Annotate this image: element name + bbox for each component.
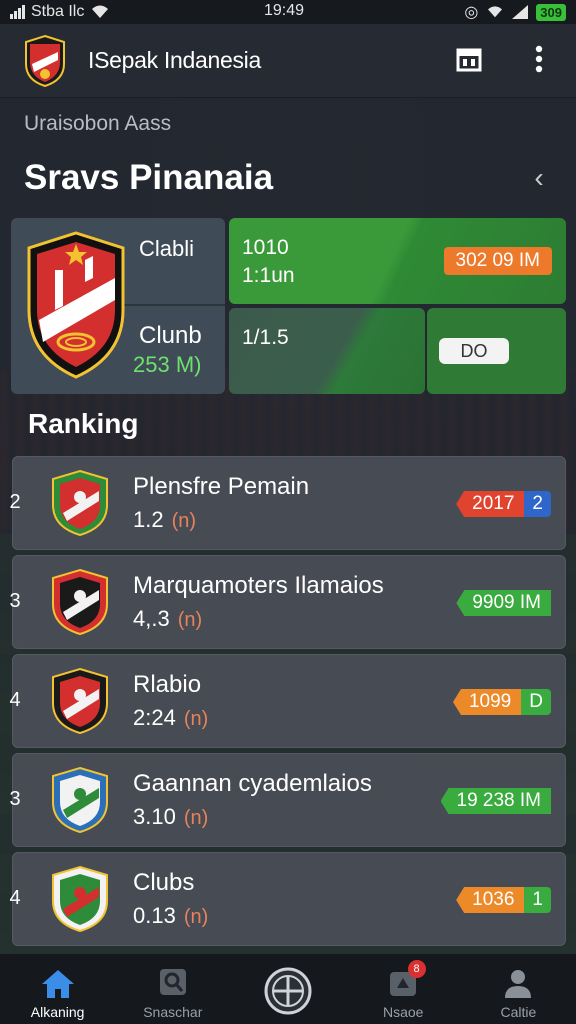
stat-b1: 1/1.5 (242, 326, 289, 349)
team-stat: 2:24 (n) (133, 705, 208, 731)
nav-profile[interactable]: Caltie (461, 954, 576, 1024)
rank-position: 3 (9, 590, 21, 612)
calendar-icon (456, 48, 482, 72)
nav-center[interactable] (230, 954, 345, 1024)
team-crest-icon (52, 865, 108, 933)
clock: 19:49 (264, 2, 305, 19)
team-name: Marquamoters Ilamaios (133, 572, 384, 599)
team-stat: 1.2 (n) (133, 507, 196, 533)
app-title: ISepak Indanesia (88, 47, 261, 73)
team-value: 2017 (456, 491, 525, 517)
team-stat-value: 2:24 (133, 705, 176, 730)
nav-search[interactable]: Snaschar (115, 954, 230, 1024)
club-label: Clabli (139, 236, 195, 261)
team-value-tag: 19 238 IM (440, 788, 551, 814)
battery-indicator: 309 (536, 3, 566, 21)
club-label-secondary: Clunb (139, 322, 202, 349)
toggle-pill[interactable]: DO (439, 338, 509, 364)
team-crest-icon (52, 766, 108, 834)
nav-home[interactable]: Alkaning (0, 954, 115, 1024)
team-name: Rlabio (133, 671, 202, 698)
value-badge-orange: 302 09 IM (443, 247, 552, 275)
ranking-row[interactable]: 4 Rlabio 2:24 (n) 1099 D (9, 654, 566, 748)
team-stat-value: 1.2 (133, 507, 164, 532)
bottom-navigation: Alkaning Snaschar 8 Nsaoe Caltie (0, 954, 576, 1024)
alarm-icon: ◎ (464, 4, 479, 21)
rank-position: 2 (9, 491, 21, 513)
team-name: Plensfre Pemain (133, 473, 310, 500)
breadcrumb[interactable]: Uraisobon Aass (24, 112, 171, 136)
signal-icon (10, 5, 25, 19)
page-title: Sravs Pinanaia (24, 158, 274, 197)
ranking-title: Ranking (28, 408, 139, 439)
team-stat-indicator: (n) (183, 906, 209, 928)
club-value: 253 M) (133, 352, 202, 377)
team-crest-icon (52, 568, 108, 636)
ranking-row[interactable]: 4 Clubs 0.13 (n) 1036 1 (9, 852, 566, 946)
stats-tiles: 1010 1:1un 1/1.5 302 09 IM DO (229, 218, 566, 394)
divider (121, 304, 225, 306)
team-name: Clubs (133, 869, 195, 896)
team-value-tag: 1036 1 (456, 887, 551, 913)
search-pin-icon (159, 969, 186, 995)
app-bar: ISepak Indanesia (0, 24, 576, 98)
stat-a1: 1010 (242, 236, 289, 259)
ranking-row[interactable]: 2 Plensfre Pemain 1.2 (n) 2017 2 (9, 456, 566, 550)
ranking-row[interactable]: 3 Marquamoters Ilamaios 4,.3 (n) 9909 IM (9, 555, 566, 649)
team-value-suffix: 2 (524, 491, 551, 517)
nav-label: Alkaning (30, 1004, 85, 1020)
chevron-left-icon: ‹ (534, 162, 544, 193)
team-value-suffix: 1 (524, 887, 551, 913)
back-button[interactable]: ‹ (524, 163, 554, 193)
stat-a2: 1:1un (242, 264, 295, 287)
team-stat: 4,.3 (n) (133, 606, 202, 632)
team-stat-indicator: (n) (183, 807, 209, 829)
team-stat-value: 0.13 (133, 903, 176, 928)
home-icon (41, 970, 74, 998)
kebab-menu-icon (535, 45, 543, 73)
team-stat-value: 4,.3 (133, 606, 170, 631)
team-name: Gaannan cyademlaios (133, 770, 372, 797)
team-value-tag: 1099 D (452, 689, 551, 715)
club-info-tile: Clabli Clunb 253 M) (11, 218, 225, 394)
notification-badge: 8 (407, 960, 426, 978)
nav-notifications[interactable]: 8 Nsaoe (346, 954, 461, 1024)
app-logo-icon (25, 34, 65, 87)
rank-position: 3 (9, 788, 21, 810)
nav-label: Snaschar (143, 1004, 203, 1020)
team-crest-icon (52, 469, 108, 537)
stats-tile-bottom (229, 308, 425, 394)
team-stat-indicator: (n) (177, 609, 203, 631)
more-options-button[interactable] (522, 42, 556, 76)
wifi-icon-right (488, 6, 503, 18)
nav-label: Caltie (500, 1004, 537, 1020)
rank-position: 4 (9, 887, 21, 909)
team-stat: 3.10 (n) (133, 804, 208, 830)
team-value-tag: 9909 IM (456, 590, 551, 616)
team-stat-indicator: (n) (171, 510, 197, 532)
club-crest-icon (27, 231, 125, 379)
profile-icon (505, 970, 532, 998)
share-button[interactable] (452, 42, 486, 76)
ranking-row[interactable]: 3 Gaannan cyademlaios 3.10 (n) 19 238 IM (9, 753, 566, 847)
wifi-icon (92, 5, 109, 18)
team-value: 9909 IM (456, 590, 551, 616)
rank-position: 4 (9, 689, 21, 711)
cell-signal-icon (512, 5, 529, 19)
team-stat-value: 3.10 (133, 804, 176, 829)
club-summary-card[interactable]: Clabli Clunb 253 M) 1010 1:1un 1/1.5 302… (11, 218, 566, 394)
ball-icon (264, 967, 312, 1015)
status-bar: Stba Ilc 19:49 ◎ 309 (0, 0, 576, 24)
team-stat-indicator: (n) (183, 708, 209, 730)
team-stat: 0.13 (n) (133, 903, 208, 929)
team-value-tag: 2017 2 (456, 491, 551, 517)
team-value: 1036 (456, 887, 525, 913)
team-value-suffix: D (521, 689, 551, 715)
team-crest-icon (52, 667, 108, 735)
carrier-text: Stba Ilc (31, 3, 85, 20)
nav-label: Nsaoe (382, 1004, 424, 1020)
team-value: 19 238 IM (440, 788, 551, 814)
team-value: 1099 (452, 689, 522, 715)
